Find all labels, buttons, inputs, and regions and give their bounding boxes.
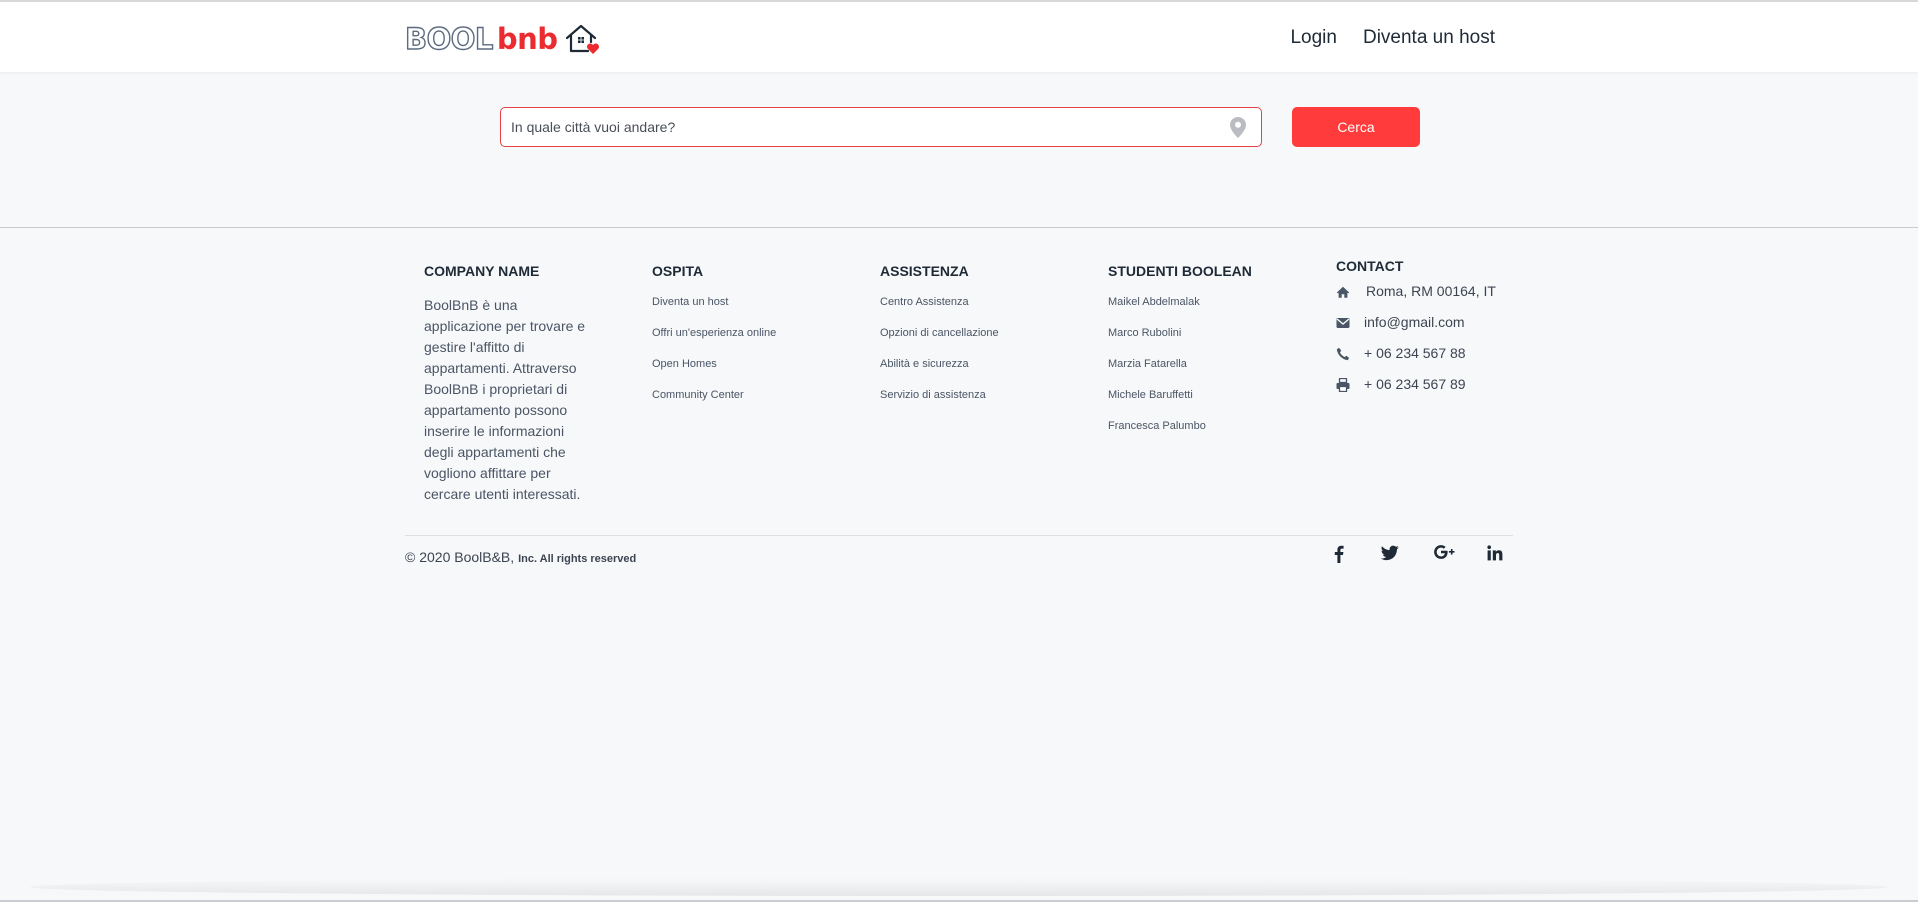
assistenza-link[interactable]: Opzioni di cancellazione	[880, 327, 999, 339]
list-item: Michele Baruffetti	[1108, 388, 1252, 419]
search-bar	[500, 107, 1262, 147]
print-icon	[1336, 378, 1350, 392]
contact-phone: + 06 234 567 88	[1336, 346, 1496, 377]
facebook-link[interactable]	[1334, 545, 1344, 563]
logo-bool-text: BOOL	[404, 21, 494, 56]
phone-icon	[1336, 347, 1350, 361]
google-plus-link[interactable]	[1434, 545, 1456, 563]
student-link[interactable]: Maikel Abdelmalak	[1108, 296, 1200, 308]
home-icon	[1336, 286, 1350, 298]
copyright-main: © 2020 BoolB&B,	[405, 549, 515, 565]
footer-contact-column: CONTACT Roma, RM 00164, IT info@gmail.co…	[1336, 258, 1496, 408]
contact-email: info@gmail.com	[1336, 315, 1496, 346]
social-links	[1334, 545, 1503, 563]
assistenza-link[interactable]: Servizio di assistenza	[880, 389, 986, 401]
list-item: Abilità e sicurezza	[880, 357, 999, 388]
google-plus-icon	[1434, 545, 1455, 559]
students-title: STUDENTI BOOLEAN	[1108, 263, 1252, 279]
student-link[interactable]: Francesca Palumbo	[1108, 420, 1206, 432]
search-button[interactable]: Cerca	[1292, 107, 1420, 147]
list-item: Open Homes	[652, 357, 776, 388]
footer-ospita-column: OSPITA Diventa un host Offri un'esperien…	[652, 263, 776, 419]
student-link[interactable]: Michele Baruffetti	[1108, 389, 1193, 401]
address-text: Roma, RM 00164, IT	[1366, 283, 1496, 299]
fax-text: + 06 234 567 89	[1364, 376, 1466, 392]
footer-assistenza-column: ASSISTENZA Centro Assistenza Opzioni di …	[880, 263, 999, 419]
copyright-small: Inc. All rights reserved	[518, 553, 637, 565]
envelope-icon	[1336, 318, 1350, 328]
ospita-link[interactable]: Diventa un host	[652, 296, 728, 308]
footer-company-column: COMPANY NAME BoolBnB è una applicazione …	[424, 263, 594, 505]
footer-divider	[0, 227, 1918, 228]
assistenza-link[interactable]: Centro Assistenza	[880, 296, 969, 308]
top-nav: Login Diventa un host	[1290, 27, 1495, 49]
logo[interactable]: BOOL bnb	[404, 21, 600, 57]
map-marker-icon	[1230, 117, 1246, 138]
email-text: info@gmail.com	[1364, 314, 1465, 330]
footer-students-column: STUDENTI BOOLEAN Maikel Abdelmalak Marco…	[1108, 263, 1252, 450]
ospita-link[interactable]: Offri un'esperienza online	[652, 327, 776, 339]
student-link[interactable]: Marco Rubolini	[1108, 327, 1181, 339]
list-item: Marco Rubolini	[1108, 326, 1252, 357]
copyright-divider	[405, 535, 1513, 536]
bottom-shadow	[30, 878, 1888, 896]
twitter-icon	[1381, 545, 1399, 561]
list-item: Marzia Fatarella	[1108, 357, 1252, 388]
logo-text: BOOL bnb	[404, 21, 558, 56]
twitter-link[interactable]	[1381, 545, 1399, 563]
become-host-link[interactable]: Diventa un host	[1363, 27, 1495, 49]
company-description: BoolBnB è una applicazione per trovare e…	[424, 297, 586, 502]
list-item: Diventa un host	[652, 295, 776, 326]
ospita-title: OSPITA	[652, 263, 704, 279]
site-header: BOOL bnb Login Diventa un host	[0, 2, 1918, 72]
assistenza-link[interactable]: Abilità e sicurezza	[880, 358, 969, 370]
phone-text: + 06 234 567 88	[1364, 345, 1466, 361]
contact-fax: + 06 234 567 89	[1336, 377, 1496, 408]
copyright: © 2020 BoolB&B, Inc. All rights reserved	[405, 549, 636, 565]
list-item: Community Center	[652, 388, 776, 419]
list-item: Maikel Abdelmalak	[1108, 295, 1252, 326]
ospita-link[interactable]: Open Homes	[652, 358, 717, 370]
assistenza-title: ASSISTENZA	[880, 263, 969, 279]
linkedin-icon	[1487, 545, 1503, 561]
contact-title: CONTACT	[1336, 258, 1404, 274]
logo-bnb-text: bnb	[496, 22, 558, 56]
list-item: Centro Assistenza	[880, 295, 999, 326]
ospita-link[interactable]: Community Center	[652, 389, 744, 401]
student-link[interactable]: Marzia Fatarella	[1108, 358, 1187, 370]
contact-address: Roma, RM 00164, IT	[1336, 284, 1496, 315]
linkedin-link[interactable]	[1487, 545, 1503, 563]
company-title: COMPANY NAME	[424, 263, 540, 279]
login-link[interactable]: Login	[1290, 27, 1337, 49]
list-item: Francesca Palumbo	[1108, 419, 1252, 450]
city-search-input[interactable]	[500, 107, 1262, 147]
list-item: Opzioni di cancellazione	[880, 326, 999, 357]
list-item: Offri un'esperienza online	[652, 326, 776, 357]
house-heart-icon	[565, 24, 599, 54]
list-item: Servizio di assistenza	[880, 388, 999, 419]
facebook-icon	[1334, 545, 1344, 563]
